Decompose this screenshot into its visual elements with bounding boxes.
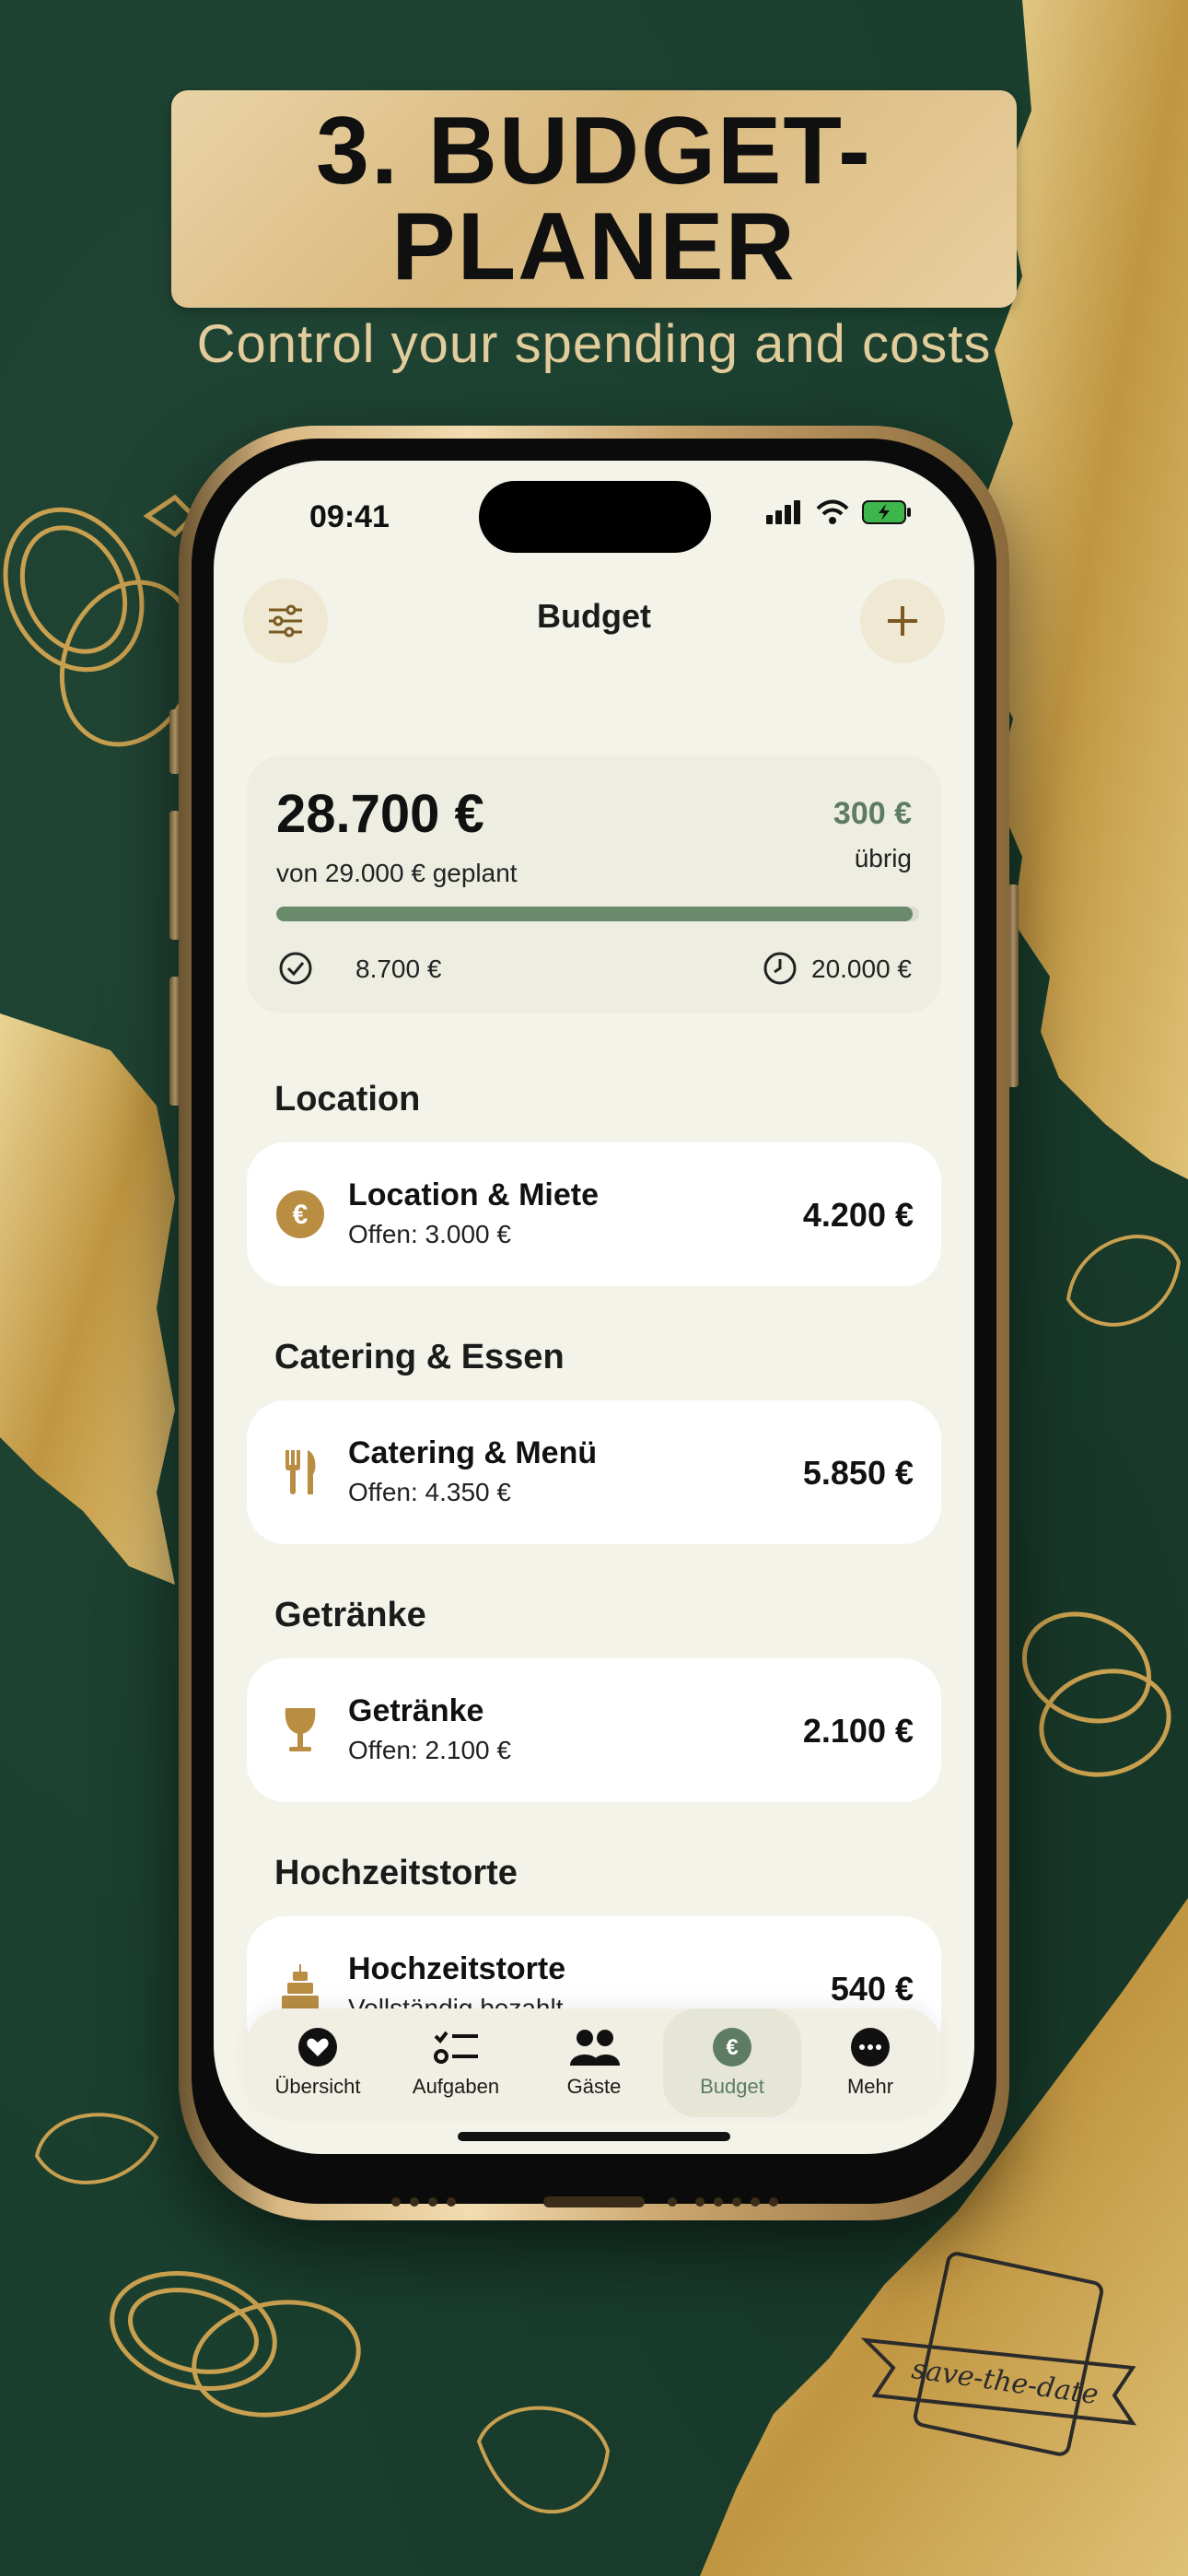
item-open: Offen: 4.350 €: [348, 1478, 511, 1506]
wine-glass-icon: [274, 1704, 326, 1756]
section-title-drinks: Getränke: [274, 1596, 426, 1634]
guests-icon: [570, 2030, 620, 2066]
section-title-cake: Hochzeitstorte: [274, 1854, 518, 1892]
svg-text:€: €: [726, 2035, 738, 2060]
check-circle-icon: [279, 952, 312, 985]
item-amount: 540 €: [830, 1970, 914, 2008]
tasks-icon: [434, 2031, 478, 2064]
open-amount: 20.000 €: [811, 954, 912, 983]
tab-more[interactable]: Mehr: [801, 2008, 939, 2117]
tab-guests[interactable]: Gäste: [525, 2008, 663, 2117]
paid-amount: 8.700 €: [355, 954, 442, 983]
wifi-icon: [816, 499, 849, 524]
phone-speaker-grille: [391, 2196, 778, 2207]
battery-icon: [862, 500, 911, 524]
section-title-location: Location: [274, 1080, 421, 1118]
petal-icon-3: [1066, 1235, 1182, 1327]
tab-label: Gäste: [566, 2075, 622, 2098]
subtitle: Control your spending and costs: [196, 314, 992, 374]
save-the-date-stamp: save-the-date: [860, 2252, 1137, 2456]
status-icons: [766, 499, 912, 525]
item-name: Hochzeitstorte: [348, 1951, 566, 1986]
section-title-catering: Catering & Essen: [274, 1338, 565, 1376]
signal-icon: [766, 500, 800, 524]
euro-icon: €: [274, 1188, 326, 1240]
title-line-1: 3. BUDGET-: [316, 98, 872, 205]
item-amount: 2.100 €: [802, 1712, 914, 1750]
cutlery-icon: [274, 1446, 326, 1498]
item-name: Location & Miete: [348, 1177, 600, 1212]
tab-label: Übersicht: [274, 2075, 361, 2098]
euro-icon: €: [713, 2028, 751, 2067]
heart-icon: [298, 2028, 337, 2067]
item-amount: 4.200 €: [802, 1196, 914, 1234]
item-amount: 5.850 €: [802, 1454, 914, 1492]
budget-summary-card: 28.700 € von 29.000 € geplant 300 € übri…: [247, 755, 941, 1013]
title-banner: 3. BUDGET- PLANER: [171, 90, 1017, 308]
title-line-2: PLANER: [391, 193, 797, 300]
status-time: 09:41: [309, 499, 390, 534]
tab-label: Budget: [700, 2075, 764, 2098]
cake-icon: [274, 1962, 326, 2014]
rings-illustration-bottom: [110, 2271, 361, 2418]
tab-overview[interactable]: Übersicht: [249, 2008, 387, 2117]
remaining-label: übrig: [854, 844, 912, 872]
svg-text:€: €: [293, 1200, 309, 1230]
budget-item-location[interactable]: € Location & Miete Offen: 3.000 € 4.200 …: [247, 1142, 941, 1286]
budget-item-catering[interactable]: Catering & Menü Offen: 4.350 € 5.850 €: [247, 1400, 941, 1544]
clock-icon: [763, 952, 797, 985]
planned-budget: von 29.000 € geplant: [276, 859, 518, 887]
item-open: Offen: 2.100 €: [348, 1736, 511, 1764]
petal-icon-2: [476, 2406, 611, 2514]
tab-label: Aufgaben: [412, 2075, 500, 2098]
tab-label: Mehr: [846, 2075, 894, 2098]
add-button[interactable]: [860, 579, 945, 663]
item-name: Getränke: [348, 1693, 484, 1728]
budget-item-drinks[interactable]: Getränke Offen: 2.100 € 2.100 €: [247, 1658, 941, 1802]
tab-tasks[interactable]: Aufgaben: [387, 2008, 525, 2117]
home-indicator: [458, 2132, 730, 2141]
more-icon: [851, 2028, 890, 2067]
budget-progress-bar: [276, 907, 919, 921]
budget-progress-fill: [276, 907, 914, 921]
tab-budget[interactable]: € Budget: [663, 2008, 801, 2117]
rings-illustration-right: [1021, 1611, 1171, 1777]
total-spent: 28.700 €: [276, 784, 484, 844]
petal-icon: [34, 2113, 159, 2184]
tab-bar: Übersicht Aufgaben Gäste € Budget Mehr: [247, 2008, 941, 2117]
item-name: Catering & Menü: [348, 1435, 598, 1470]
plus-icon: [888, 606, 917, 636]
remaining-amount: 300 €: [833, 796, 912, 831]
phone-screen: 09:41 Budget 28.700 € von 29.000 € gepla…: [214, 461, 974, 2154]
dynamic-island: [479, 481, 711, 553]
item-open: Offen: 3.000 €: [348, 1220, 511, 1248]
